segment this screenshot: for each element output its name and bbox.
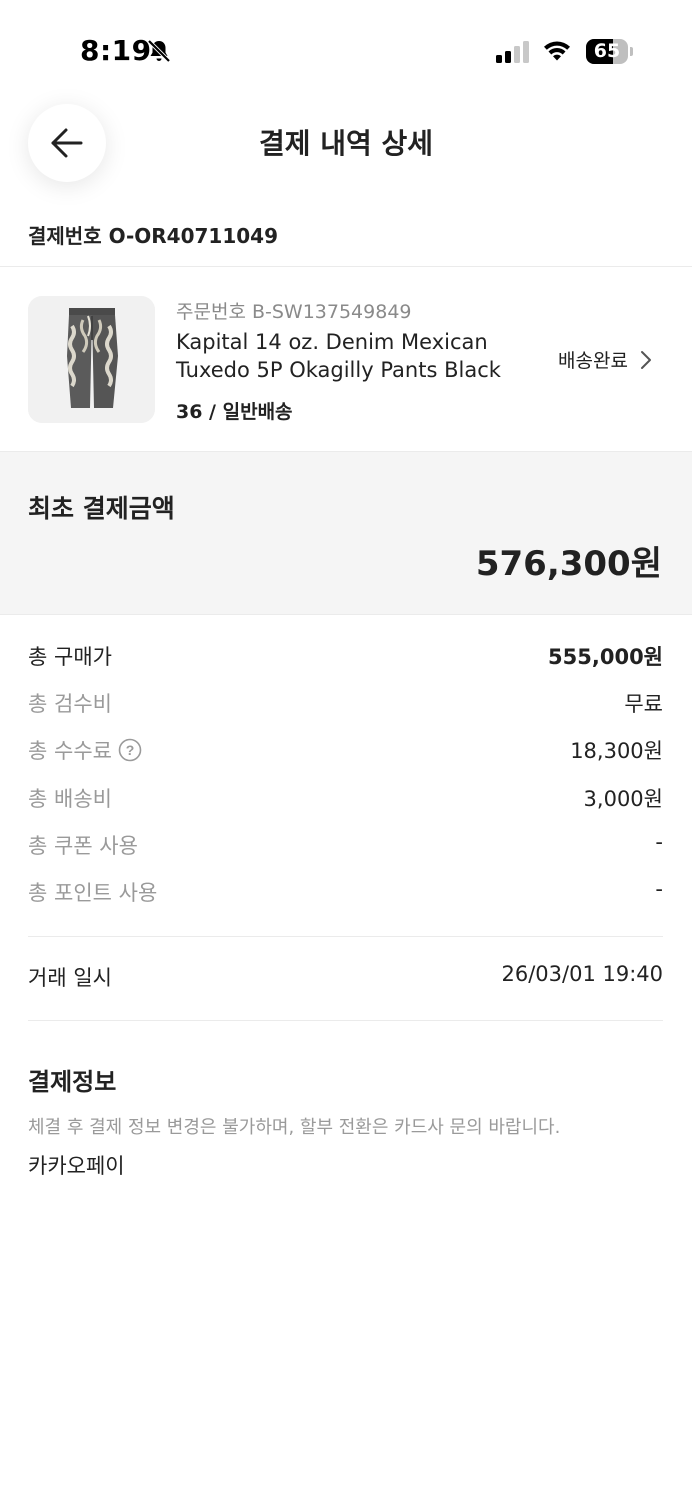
divider: [28, 936, 663, 937]
delivery-status-link[interactable]: 배송완료: [558, 346, 652, 373]
battery-level: 65: [593, 40, 621, 62]
breakdown-value: 3,000원: [583, 787, 663, 811]
divider: [0, 614, 692, 615]
payment-number: 결제번호 O-OR40711049: [28, 220, 278, 249]
status-time: 8:19: [80, 34, 152, 67]
breakdown-value: 무료: [624, 692, 663, 716]
battery-indicator: 65: [586, 39, 633, 64]
breakdown-label: 총 수수료: [28, 739, 112, 763]
breakdown-value: 555,000원: [548, 645, 663, 669]
page-title: 결제 내역 상세: [258, 127, 434, 160]
chevron-right-icon: [640, 350, 651, 369]
pants-image: [28, 296, 155, 423]
signal-icon: [496, 41, 529, 63]
payment-method: 카카오페이: [28, 1154, 125, 1178]
question-circle-icon[interactable]: ?: [118, 738, 142, 762]
breakdown-value: 18,300원: [570, 739, 663, 763]
breakdown-row-purchase: 총 구매가 555,000원: [28, 641, 663, 673]
payment-info-notice: 체결 후 결제 정보 변경은 불가하며, 할부 전환은 카드사 문의 바랍니다.: [28, 1117, 561, 1138]
breakdown-value: -: [655, 877, 663, 901]
divider: [0, 266, 692, 267]
order-number-label: 주문번호: [176, 301, 246, 323]
transaction-datetime-value: 26/03/01 19:40: [501, 962, 663, 986]
breakdown-label: 총 배송비: [28, 787, 112, 811]
total-payment-amount: 576,300원: [475, 544, 662, 584]
breakdown-row-inspection: 총 검수비 무료: [28, 688, 663, 720]
breakdown-label: 총 검수비: [28, 692, 112, 716]
breakdown-label: 총 포인트 사용: [28, 881, 158, 905]
svg-text:?: ?: [126, 742, 135, 758]
product-thumbnail[interactable]: [28, 296, 155, 423]
breakdown-label: 총 구매가: [28, 645, 112, 669]
breakdown-label-wrap: 총 수수료 ?: [28, 735, 142, 765]
status-bar: 8:19 65: [0, 0, 692, 100]
total-payment-section: 최초 결제금액 576,300원: [0, 452, 692, 614]
delivery-status-label: 배송완료: [558, 350, 628, 372]
order-number-value: B-SW137549849: [251, 301, 412, 323]
total-payment-label: 최초 결제금액: [28, 494, 175, 523]
order-number: 주문번호 B-SW137549849: [176, 297, 412, 324]
breakdown-row-shipping: 총 배송비 3,000원: [28, 783, 663, 815]
breakdown-value: -: [655, 830, 663, 854]
divider: [28, 1020, 663, 1021]
breakdown-row-points: 총 포인트 사용 -: [28, 877, 663, 909]
product-name[interactable]: Kapital 14 oz. Denim Mexican Tuxedo 5P O…: [176, 328, 536, 384]
bell-slash-icon: [147, 39, 171, 63]
payment-number-label: 결제번호: [28, 224, 102, 248]
transaction-datetime-row: 거래 일시 26/03/01 19:40: [28, 962, 663, 994]
transaction-datetime-label: 거래 일시: [28, 966, 112, 990]
breakdown-row-fee: 총 수수료 ? 18,300원: [28, 735, 663, 767]
payment-number-value: O-OR40711049: [108, 224, 278, 248]
product-option: 36 / 일반배송: [176, 401, 293, 423]
wifi-icon: [544, 41, 570, 61]
payment-info-title: 결제정보: [28, 1068, 117, 1096]
breakdown-row-coupon: 총 쿠폰 사용 -: [28, 830, 663, 862]
breakdown-label: 총 쿠폰 사용: [28, 834, 138, 858]
